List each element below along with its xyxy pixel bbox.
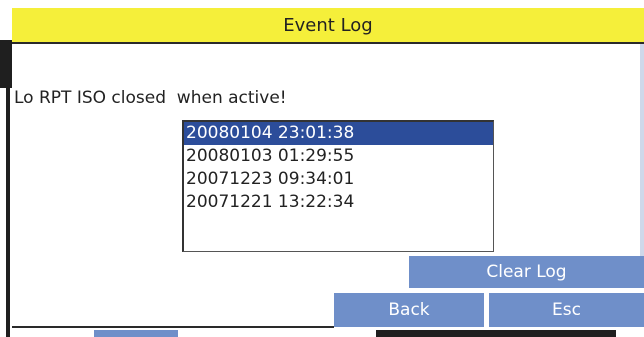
window-title: Event Log — [283, 15, 373, 36]
list-item[interactable]: 20071223 09:34:01 — [184, 168, 493, 191]
event-log-screen: Event Log Lo RPT ISO closed when active!… — [0, 0, 644, 337]
clear-log-button[interactable]: Clear Log — [409, 256, 644, 288]
list-item[interactable]: 20071221 13:22:34 — [184, 191, 493, 214]
bottom-strip-left — [94, 330, 178, 337]
left-border — [0, 0, 12, 337]
bottom-strip-right — [376, 330, 616, 337]
bottom-border — [12, 326, 334, 328]
event-message: Lo RPT ISO closed when active! — [14, 88, 287, 108]
right-edge-strip — [640, 44, 644, 256]
title-bar: Event Log — [12, 8, 644, 44]
esc-button[interactable]: Esc — [489, 293, 644, 327]
list-item[interactable]: 20080104 23:01:38 — [184, 122, 493, 145]
list-item[interactable]: 20080103 01:29:55 — [184, 145, 493, 168]
back-button[interactable]: Back — [334, 293, 484, 327]
event-list[interactable]: 20080104 23:01:38 20080103 01:29:55 2007… — [182, 120, 494, 252]
left-border-bar — [6, 40, 10, 337]
